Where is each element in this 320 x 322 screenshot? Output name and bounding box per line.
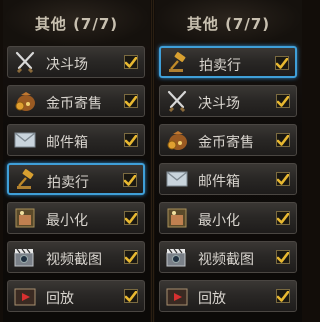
envelope-icon xyxy=(12,128,38,152)
panel-title: 其他 (7/7) xyxy=(3,0,150,46)
menu-item-label: 决斗场 xyxy=(46,57,88,73)
menu-item-5[interactable]: 视频截图 xyxy=(159,241,297,273)
replay-icon xyxy=(164,284,190,308)
menu-item-3[interactable]: 邮件箱 xyxy=(159,163,297,195)
options-panel-after: 其他 (7/7) 拍卖行决斗场金币寄售邮件箱最小化视频截图回放 xyxy=(155,0,302,322)
menu-item-6[interactable]: 回放 xyxy=(159,280,297,312)
menu-item-label: 决斗场 xyxy=(198,96,240,112)
camera-icon xyxy=(164,245,190,269)
crossed-swords-icon xyxy=(12,50,38,74)
menu-item-0[interactable]: 决斗场 xyxy=(7,46,145,78)
visibility-checkbox[interactable] xyxy=(124,289,138,303)
menu-item-4[interactable]: 最小化 xyxy=(159,202,297,234)
minimize-icon xyxy=(164,206,190,230)
options-panel-before: 其他 (7/7) 决斗场金币寄售邮件箱拍卖行最小化视频截图回放 xyxy=(3,0,150,322)
menu-item-label: 邮件箱 xyxy=(46,135,88,151)
crossed-swords-icon xyxy=(164,89,190,113)
menu-item-1[interactable]: 金币寄售 xyxy=(7,85,145,117)
visibility-checkbox[interactable] xyxy=(124,133,138,147)
menu-item-3[interactable]: 拍卖行 xyxy=(7,163,145,195)
camera-icon xyxy=(12,245,38,269)
panel-divider xyxy=(151,0,154,322)
menu-item-label: 拍卖行 xyxy=(199,58,241,74)
gavel-icon xyxy=(165,51,191,75)
menu-item-label: 金币寄售 xyxy=(46,96,102,112)
coin-bag-icon xyxy=(12,89,38,113)
visibility-checkbox[interactable] xyxy=(124,250,138,264)
visibility-checkbox[interactable] xyxy=(276,211,290,225)
visibility-checkbox[interactable] xyxy=(276,133,290,147)
coin-bag-icon xyxy=(164,128,190,152)
menu-item-label: 视频截图 xyxy=(198,252,254,268)
visibility-checkbox[interactable] xyxy=(276,250,290,264)
menu-item-label: 金币寄售 xyxy=(198,135,254,151)
visibility-checkbox[interactable] xyxy=(124,211,138,225)
visibility-checkbox[interactable] xyxy=(276,289,290,303)
visibility-checkbox[interactable] xyxy=(276,94,290,108)
menu-item-label: 最小化 xyxy=(198,213,240,229)
menu-item-label: 视频截图 xyxy=(46,252,102,268)
menu-item-1[interactable]: 决斗场 xyxy=(159,85,297,117)
visibility-checkbox[interactable] xyxy=(124,55,138,69)
menu-item-6[interactable]: 回放 xyxy=(7,280,145,312)
menu-item-4[interactable]: 最小化 xyxy=(7,202,145,234)
minimize-icon xyxy=(12,206,38,230)
menu-item-2[interactable]: 金币寄售 xyxy=(159,124,297,156)
visibility-checkbox[interactable] xyxy=(276,172,290,186)
visibility-checkbox[interactable] xyxy=(124,94,138,108)
menu-item-2[interactable]: 邮件箱 xyxy=(7,124,145,156)
panel-title: 其他 (7/7) xyxy=(155,0,302,46)
menu-item-0[interactable]: 拍卖行 xyxy=(159,46,297,78)
menu-item-label: 邮件箱 xyxy=(198,174,240,190)
visibility-checkbox[interactable] xyxy=(123,173,137,187)
envelope-icon xyxy=(164,167,190,191)
visibility-checkbox[interactable] xyxy=(275,56,289,70)
menu-item-5[interactable]: 视频截图 xyxy=(7,241,145,273)
menu-item-label: 最小化 xyxy=(46,213,88,229)
menu-item-label: 拍卖行 xyxy=(47,175,89,191)
menu-item-label: 回放 xyxy=(46,291,74,307)
menu-item-label: 回放 xyxy=(198,291,226,307)
replay-icon xyxy=(12,284,38,308)
gavel-icon xyxy=(13,168,39,192)
